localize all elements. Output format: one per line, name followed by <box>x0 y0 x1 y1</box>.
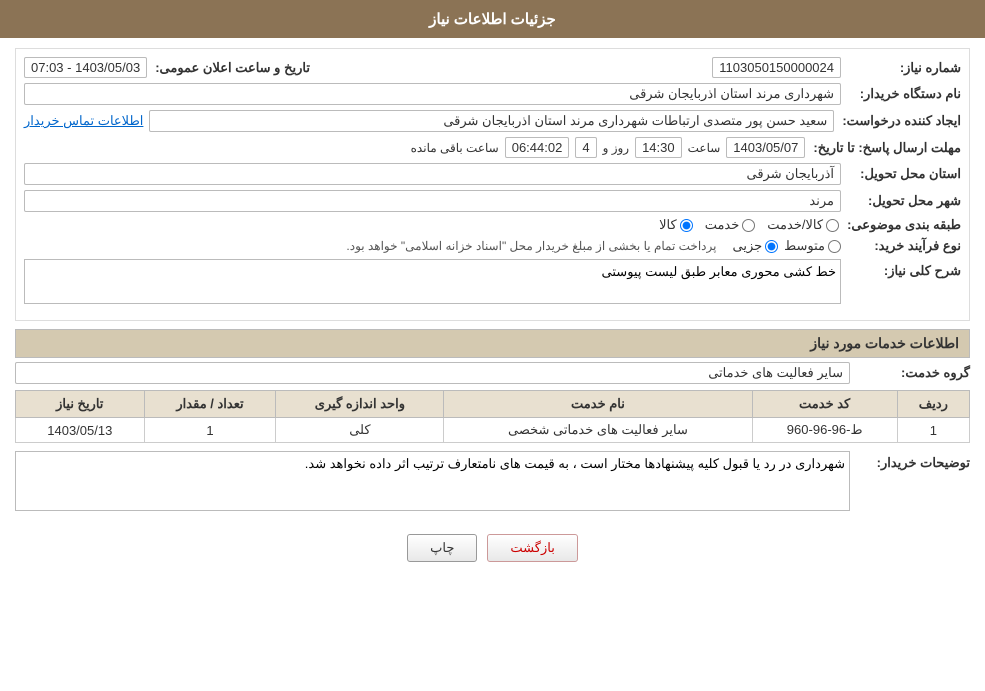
buyer-notes-label: توضیحات خریدار: <box>850 451 970 471</box>
response-date: 1403/05/07 <box>726 137 805 158</box>
buyer-org-value-container: شهرداری مرند استان اذربایجان شرقی <box>24 83 841 105</box>
col-unit: واحد اندازه گیری <box>276 391 444 418</box>
col-row: ردیف <box>897 391 969 418</box>
buyer-notes-container <box>15 451 850 514</box>
category-label-kala-khedmat: کالا/خدمت <box>767 217 823 233</box>
category-label-khedmat: خدمت <box>705 217 740 233</box>
contact-link[interactable]: اطلاعات تماس خریدار <box>24 113 143 129</box>
need-number-value-container: 1103050150000024 <box>340 57 841 78</box>
services-table: ردیف کد خدمت نام خدمت واحد اندازه گیری ت… <box>15 390 970 443</box>
category-radio-kala-khedmat[interactable] <box>826 219 839 232</box>
response-deadline-label: مهلت ارسال پاسخ: تا تاریخ: <box>805 140 961 156</box>
col-code: کد خدمت <box>752 391 897 418</box>
row-buyer-org: نام دستگاه خریدار: شهرداری مرند استان اذ… <box>24 83 961 105</box>
creator-value-container: سعید حسن پور متصدی ارتباطات شهرداری مرند… <box>24 110 834 132</box>
page-header: جزئیات اطلاعات نیاز <box>0 0 985 38</box>
category-option-khedmat[interactable]: خدمت <box>705 217 756 233</box>
page-container: جزئیات اطلاعات نیاز شماره نیاز: 11030501… <box>0 0 985 691</box>
creator-value: سعید حسن پور متصدی ارتباطات شهرداری مرند… <box>149 110 834 132</box>
back-button[interactable]: بازگشت <box>487 534 577 562</box>
category-label-kala: کالا <box>659 217 677 233</box>
response-remaining: 06:44:02 <box>505 137 570 158</box>
province-value-container: آذربایجان شرقی <box>24 163 841 185</box>
response-days-label: روز و <box>603 141 630 155</box>
row-creator: ایجاد کننده درخواست: سعید حسن پور متصدی … <box>24 110 961 132</box>
response-time-label: ساعت <box>688 141 721 155</box>
table-row: 1 ط-96-96-960 سایر فعالیت های خدماتی شخص… <box>16 418 970 443</box>
row-response-deadline: مهلت ارسال پاسخ: تا تاریخ: 1403/05/07 سا… <box>24 137 961 158</box>
purchase-option-jozii[interactable]: جزیی <box>732 238 778 254</box>
cell-row: 1 <box>897 418 969 443</box>
purchase-note: پرداخت تمام یا بخشی از مبلغ خریدار محل "… <box>346 239 716 253</box>
row-service-group: گروه خدمت: سایر فعالیت های خدماتی <box>15 362 970 384</box>
purchase-type-container: متوسط جزیی پرداخت تمام یا بخشی از مبلغ خ… <box>24 238 841 254</box>
need-description-label: شرح کلی نیاز: <box>841 259 961 279</box>
row-buyer-notes: توضیحات خریدار: <box>15 451 970 514</box>
need-number-label: شماره نیاز: <box>841 60 961 76</box>
button-row: بازگشت چاپ <box>15 524 970 577</box>
need-description-textarea[interactable] <box>24 259 841 304</box>
city-label: شهر محل تحویل: <box>841 193 961 209</box>
category-options: کالا/خدمت خدمت کالا <box>24 217 839 233</box>
need-number-value: 1103050150000024 <box>712 57 841 78</box>
buyer-notes-textarea[interactable] <box>15 451 850 511</box>
page-title: جزئیات اطلاعات نیاز <box>429 11 556 28</box>
creator-label: ایجاد کننده درخواست: <box>834 113 961 129</box>
print-button[interactable]: چاپ <box>407 534 477 562</box>
response-time: 14:30 <box>635 137 682 158</box>
row-need-number: شماره نیاز: 1103050150000024 تاریخ و ساع… <box>24 57 961 78</box>
response-deadline-container: 1403/05/07 ساعت 14:30 روز و 4 06:44:02 س… <box>24 137 805 158</box>
content-area: شماره نیاز: 1103050150000024 تاریخ و ساع… <box>0 38 985 587</box>
need-description-container <box>24 259 841 307</box>
row-need-description: شرح کلی نیاز: <box>24 259 961 307</box>
purchase-option-motavasset[interactable]: متوسط <box>784 238 841 254</box>
purchase-label-jozii: جزیی <box>732 238 762 254</box>
purchase-label-motavasset: متوسط <box>784 238 825 254</box>
purchase-radio-jozii[interactable] <box>765 240 778 253</box>
row-province: استان محل تحویل: آذربایجان شرقی <box>24 163 961 185</box>
col-name: نام خدمت <box>444 391 752 418</box>
announce-value: 1403/05/03 - 07:03 <box>24 57 147 78</box>
category-radio-kala[interactable] <box>680 219 693 232</box>
buyer-org-value: شهرداری مرند استان اذربایجان شرقی <box>24 83 841 105</box>
row-purchase-type: نوع فرآیند خرید: متوسط جزیی پرداخت تمام … <box>24 238 961 254</box>
category-option-kala-khedmat[interactable]: کالا/خدمت <box>767 217 839 233</box>
service-group-label: گروه خدمت: <box>850 365 970 381</box>
cell-code: ط-96-96-960 <box>752 418 897 443</box>
row-category: طبقه بندی موضوعی: کالا/خدمت خدمت کالا <box>24 217 961 233</box>
announce-label: تاریخ و ساعت اعلان عمومی: <box>147 60 310 76</box>
city-value-container: مرند <box>24 190 841 212</box>
cell-name: سایر فعالیت های خدماتی شخصی <box>444 418 752 443</box>
purchase-radio-motavasset[interactable] <box>828 240 841 253</box>
services-table-header-row: ردیف کد خدمت نام خدمت واحد اندازه گیری ت… <box>16 391 970 418</box>
buyer-org-label: نام دستگاه خریدار: <box>841 86 961 102</box>
response-days: 4 <box>575 137 596 158</box>
province-value: آذربایجان شرقی <box>24 163 841 185</box>
cell-unit: کلی <box>276 418 444 443</box>
city-value: مرند <box>24 190 841 212</box>
services-section-header: اطلاعات خدمات مورد نیاز <box>15 329 970 358</box>
province-label: استان محل تحویل: <box>841 166 961 182</box>
category-option-kala[interactable]: کالا <box>659 217 693 233</box>
row-city: شهر محل تحویل: مرند <box>24 190 961 212</box>
col-quantity: تعداد / مقدار <box>144 391 276 418</box>
category-label: طبقه بندی موضوعی: <box>839 217 961 233</box>
service-group-value: سایر فعالیت های خدماتی <box>15 362 850 384</box>
col-date: تاریخ نیاز <box>16 391 145 418</box>
response-remaining-label: ساعت باقی مانده <box>411 141 499 155</box>
service-group-value-container: سایر فعالیت های خدماتی <box>15 362 850 384</box>
purchase-type-label: نوع فرآیند خرید: <box>841 238 961 254</box>
category-radio-khedmat[interactable] <box>742 219 755 232</box>
services-table-head: ردیف کد خدمت نام خدمت واحد اندازه گیری ت… <box>16 391 970 418</box>
services-table-body: 1 ط-96-96-960 سایر فعالیت های خدماتی شخص… <box>16 418 970 443</box>
main-info-section: شماره نیاز: 1103050150000024 تاریخ و ساع… <box>15 48 970 321</box>
cell-quantity: 1 <box>144 418 276 443</box>
cell-date: 1403/05/13 <box>16 418 145 443</box>
